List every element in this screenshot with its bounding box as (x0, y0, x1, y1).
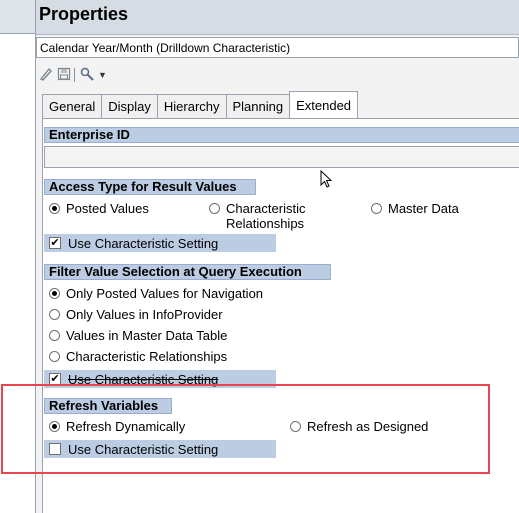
enterprise-id-input[interactable] (44, 146, 519, 168)
radio-label: Only Values in InfoProvider (66, 307, 223, 322)
dropdown-arrow-icon[interactable]: ▼ (98, 67, 107, 83)
radio-label: Characteristic Relationships (66, 349, 228, 364)
radio-only-values-in-infoprovider[interactable]: Only Values in InfoProvider (49, 307, 223, 322)
radio-label: Master Data (388, 201, 459, 216)
radio-characteristic-relationships[interactable]: Characteristic Relationships (209, 201, 305, 231)
left-pane-header (0, 0, 35, 34)
radio-indicator (49, 351, 60, 362)
panel-title: Properties (36, 0, 519, 35)
toolbar: ▼ (36, 62, 519, 88)
tab-planning[interactable]: Planning (225, 94, 291, 118)
radio-indicator (49, 288, 60, 299)
radio-characteristic-relationships-filter[interactable]: Characteristic Relationships (49, 349, 227, 364)
toolbar-separator (74, 68, 75, 82)
tab-general[interactable]: General (42, 94, 103, 118)
checkbox-checked-icon: ✔ (49, 237, 61, 249)
tools-icon[interactable] (80, 67, 96, 83)
object-name-field[interactable]: Calendar Year/Month (Drilldown Character… (36, 37, 519, 58)
radio-label: Characteristic Relationships (226, 201, 306, 231)
radio-values-in-master-data-table[interactable]: Values in Master Data Table (49, 328, 227, 343)
save-icon[interactable] (57, 67, 71, 83)
radio-master-data[interactable]: Master Data (371, 201, 459, 216)
mouse-pointer-icon (320, 170, 333, 188)
access-use-char-setting-checkbox[interactable]: ✔ Use Characteristic Setting (44, 234, 276, 252)
radio-posted-values[interactable]: Posted Values (49, 201, 149, 216)
radio-label: Only Posted Values for Navigation (66, 286, 264, 301)
radio-indicator (49, 203, 60, 214)
filter-value-header: Filter Value Selection at Query Executio… (44, 264, 331, 280)
radio-label: Values in Master Data Table (66, 328, 228, 343)
refresh-variables-highlight-box (1, 384, 490, 474)
edit-icon[interactable] (39, 67, 53, 83)
radio-indicator (209, 203, 220, 214)
tab-display[interactable]: Display (101, 94, 158, 118)
radio-label: Posted Values (66, 201, 149, 216)
radio-indicator (371, 203, 382, 214)
access-type-header: Access Type for Result Values (44, 179, 256, 195)
checkbox-label: Use Characteristic Setting (68, 235, 219, 251)
radio-only-posted-values[interactable]: Only Posted Values for Navigation (49, 286, 263, 301)
tab-extended[interactable]: Extended (289, 91, 359, 118)
tab-bar: General Display Hierarchy Planning Exten… (42, 91, 359, 118)
radio-indicator (49, 309, 60, 320)
radio-indicator (49, 330, 60, 341)
tab-hierarchy[interactable]: Hierarchy (156, 94, 227, 118)
enterprise-id-header: Enterprise ID (44, 127, 519, 143)
